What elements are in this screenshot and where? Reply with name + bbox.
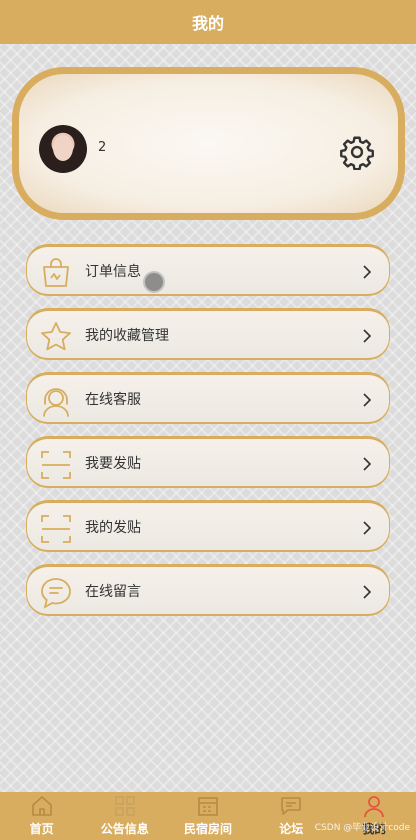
menu-item-orders[interactable]: 订单信息 <box>26 244 390 296</box>
chevron-right-icon <box>363 585 372 599</box>
menu-item-customer-service[interactable]: 在线客服 <box>26 372 390 424</box>
support-agent-icon <box>43 388 69 417</box>
chevron-right-icon <box>363 329 372 343</box>
menu-item-favorites[interactable]: 我的收藏管理 <box>26 308 390 360</box>
tab-rooms[interactable]: 民宿房间 <box>166 792 249 840</box>
bag-icon <box>43 258 69 287</box>
calendar-icon <box>198 797 218 816</box>
scan-frame-icon <box>41 451 71 479</box>
chevron-right-icon <box>363 393 372 407</box>
tab-label: 论坛 <box>279 822 304 836</box>
touch-indicator <box>143 271 165 293</box>
menu-item-online-message[interactable]: 在线留言 <box>26 564 390 616</box>
menu-label: 我要发贴 <box>85 455 141 472</box>
chevron-right-icon <box>363 265 372 279</box>
menu-item-new-post[interactable]: 我要发贴 <box>26 436 390 488</box>
menu-label: 我的收藏管理 <box>85 327 169 344</box>
tab-home[interactable]: 首页 <box>0 792 83 840</box>
menu-label: 在线客服 <box>85 391 141 408</box>
star-icon <box>41 322 71 351</box>
tab-label: 首页 <box>29 822 54 836</box>
avatar[interactable] <box>39 125 87 173</box>
tab-announcements[interactable]: 公告信息 <box>83 792 166 840</box>
tab-label: 民宿房间 <box>184 822 233 836</box>
menu-label: 订单信息 <box>85 263 141 280</box>
chat-icon <box>281 797 302 815</box>
bottom-tab-bar: 首页 公告信息 民宿房间 论坛 我的 CSDN @毕业设计code <box>0 792 416 840</box>
person-icon <box>364 796 385 818</box>
gear-icon[interactable] <box>339 134 375 170</box>
menu-label: 我的发贴 <box>85 519 141 536</box>
menu-label: 在线留言 <box>85 583 141 600</box>
grid-icon <box>114 796 135 816</box>
profile-card: 2 <box>12 67 405 220</box>
chevron-right-icon <box>363 521 372 535</box>
tab-label: 公告信息 <box>100 822 149 836</box>
home-icon <box>31 796 52 816</box>
watermark: CSDN @毕业设计code <box>314 823 410 833</box>
chevron-right-icon <box>363 457 372 471</box>
username: 2 <box>98 140 107 155</box>
chat-bubble-icon <box>41 578 71 609</box>
page-title: 我的 <box>191 14 224 33</box>
menu-item-my-posts[interactable]: 我的发贴 <box>26 500 390 552</box>
page-header: 我的 <box>0 0 416 44</box>
scan-frame-icon <box>41 515 71 543</box>
